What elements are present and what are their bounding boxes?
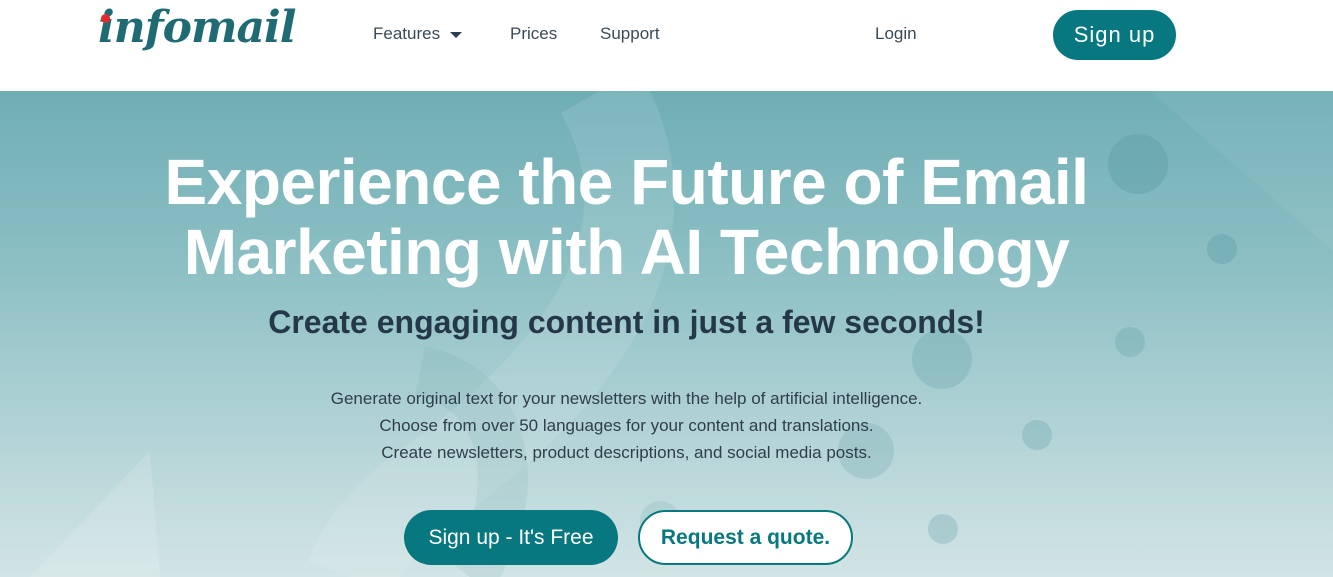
hero-section: Experience the Future of Email Marketing… [0, 91, 1333, 577]
caret-down-icon[interactable] [450, 32, 462, 38]
hero-subtitle: Create engaging content in just a few se… [268, 304, 985, 340]
hero-title-line1: Experience the Future of Email [164, 146, 1089, 218]
request-quote-button[interactable]: Request a quote. [638, 510, 853, 565]
signup-free-button[interactable]: Sign up - It's Free [404, 510, 618, 565]
nav-support[interactable]: Support [600, 24, 660, 44]
hero-title-line2: Marketing with AI Technology [183, 216, 1070, 288]
hero-description: Generate original text for your newslett… [0, 385, 1253, 466]
description-line: Create newsletters, product descriptions… [381, 443, 872, 462]
nav-features[interactable]: Features [373, 24, 440, 44]
site-header: infomail Features Prices Support Login S… [0, 0, 1333, 91]
description-line: Generate original text for your newslett… [330, 389, 923, 408]
signup-button[interactable]: Sign up [1053, 10, 1176, 60]
logo[interactable]: infomail [98, 2, 296, 53]
hero-title: Experience the Future of Email Marketing… [0, 147, 1253, 287]
nav-prices[interactable]: Prices [510, 24, 557, 44]
description-line: Choose from over 50 languages for your c… [379, 416, 874, 435]
logo-dot [101, 14, 110, 23]
nav-login[interactable]: Login [875, 24, 917, 44]
